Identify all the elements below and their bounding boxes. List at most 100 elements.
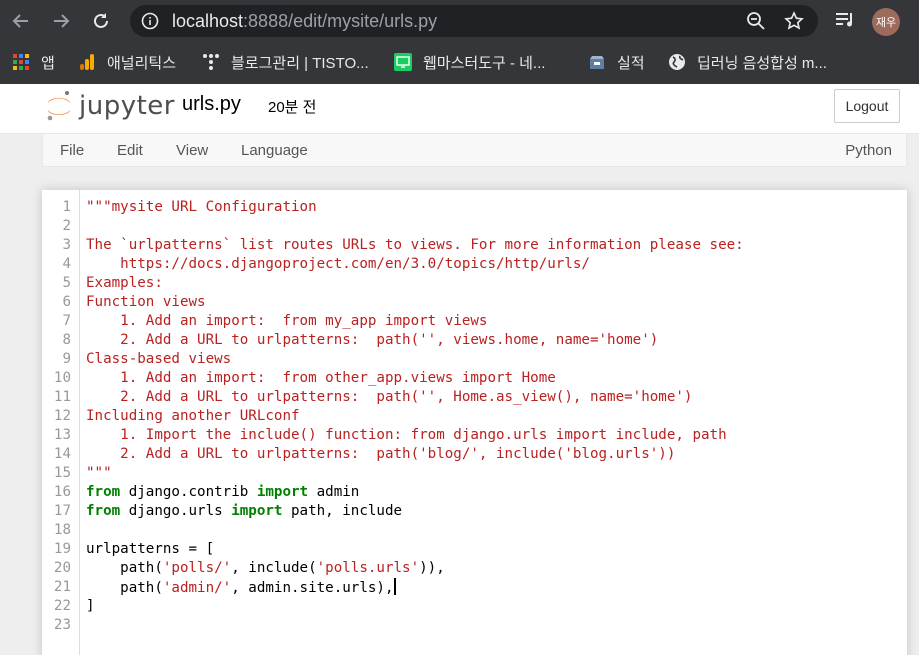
- code-text[interactable]: """: [86, 464, 112, 483]
- keyword-token: from: [86, 484, 121, 500]
- code-token: django.urls: [120, 503, 232, 519]
- code-text[interactable]: 1. Add an import: from other_app.views i…: [86, 369, 556, 388]
- browser-chrome: localhost:8888/edit/mysite/urls.py 재우 앱 …: [0, 0, 919, 84]
- code-line[interactable]: 7 1. Add an import: from my_app import v…: [42, 312, 907, 331]
- code-line[interactable]: 4 https://docs.djangoproject.com/en/3.0/…: [42, 255, 907, 274]
- code-text[interactable]: 1. Import the include() function: from d…: [86, 426, 727, 445]
- bookmark-tistory[interactable]: 블로그관리 | TISTO...: [202, 51, 369, 73]
- string-token: 'polls/': [162, 560, 232, 576]
- star-bookmark-icon[interactable]: [784, 11, 804, 31]
- url-text[interactable]: localhost:8888/edit/mysite/urls.py: [172, 11, 437, 31]
- code-line[interactable]: 19 urlpatterns = [: [42, 540, 907, 559]
- code-text[interactable]: https://docs.djangoproject.com/en/3.0/to…: [86, 255, 590, 274]
- last-saved-status: 20분 전: [268, 99, 317, 116]
- menu-language[interactable]: Language: [241, 142, 308, 159]
- code-text[interactable]: ]: [86, 597, 95, 616]
- media-queue-icon[interactable]: [834, 9, 856, 31]
- code-token: urlpatterns = [: [86, 541, 215, 557]
- menu-file[interactable]: File: [60, 142, 84, 159]
- bookmark-label: 애널리틱스: [107, 54, 177, 72]
- logout-button[interactable]: Logout: [834, 89, 900, 123]
- code-line[interactable]: 9 Class-based views: [42, 350, 907, 369]
- code-line[interactable]: 10 1. Add an import: from other_app.view…: [42, 369, 907, 388]
- info-circle-icon[interactable]: [141, 12, 159, 30]
- line-number: 21: [53, 579, 71, 595]
- globe-icon: [668, 53, 686, 71]
- code-text[interactable]: """mysite URL Configuration: [86, 198, 317, 217]
- back-button[interactable]: [8, 8, 34, 34]
- code-line[interactable]: 22]: [42, 597, 907, 616]
- code-text[interactable]: Examples:: [86, 274, 163, 293]
- code-text[interactable]: 1. Add an import: from my_app import vie…: [86, 312, 487, 331]
- code-token: , admin.site.urls),: [231, 580, 394, 596]
- code-token: , include(: [231, 560, 317, 576]
- code-text[interactable]: path('admin/', admin.site.urls),: [86, 578, 396, 598]
- line-number: 6: [62, 294, 71, 310]
- line-number: 22: [53, 598, 71, 614]
- menu-edit[interactable]: Edit: [117, 142, 143, 159]
- reload-icon: [94, 13, 108, 28]
- code-line[interactable]: 17 from django.urls import path, include: [42, 502, 907, 521]
- code-line[interactable]: 6 Function views: [42, 293, 907, 312]
- line-number: 19: [53, 541, 71, 557]
- language-indicator: Python: [845, 142, 892, 159]
- code-line[interactable]: 15 """: [42, 464, 907, 483]
- code-line[interactable]: 23: [42, 616, 907, 635]
- keyword-token: import: [231, 503, 283, 519]
- code-editor[interactable]: 1 """mysite URL Configuration 2 3 The `urlpa…: [42, 190, 907, 655]
- code-text[interactable]: Function views: [86, 293, 206, 312]
- bookmark-webmaster[interactable]: 웹마스터도구 - 네...: [394, 51, 545, 73]
- code-line[interactable]: 1 """mysite URL Configuration: [42, 198, 907, 217]
- line-number: 12: [53, 408, 71, 424]
- string-token: """: [86, 465, 112, 481]
- code-text[interactable]: The `urlpatterns` list routes URLs to vi…: [86, 236, 744, 255]
- code-text[interactable]: 2. Add a URL to urlpatterns: path('', vi…: [86, 331, 658, 350]
- code-text[interactable]: urlpatterns = [: [86, 540, 214, 559]
- string-token: Examples:: [86, 275, 163, 291]
- code-token: path, include: [282, 503, 403, 519]
- jupyter-header: jupyter urls.py 20분 전 Logout: [0, 84, 919, 134]
- string-token: 2. Add a URL to urlpatterns: path('', Ho…: [86, 389, 693, 405]
- menu-view[interactable]: View: [176, 142, 208, 159]
- string-token: 1. Add an import: from other_app.views i…: [86, 370, 556, 386]
- browser-toolbar: localhost:8888/edit/mysite/urls.py 재우: [0, 0, 919, 42]
- code-text[interactable]: path('polls/', include('polls.urls')),: [86, 559, 445, 578]
- code-text[interactable]: 2. Add a URL to urlpatterns: path('blog/…: [86, 445, 675, 464]
- zoom-icon[interactable]: [746, 11, 766, 31]
- code-text[interactable]: from django.contrib import admin: [86, 483, 359, 502]
- string-token: 1. Import the include() function: from d…: [86, 427, 727, 443]
- forward-button[interactable]: [48, 8, 74, 34]
- line-number: 13: [53, 427, 71, 443]
- code-line[interactable]: 20 path('polls/', include('polls.urls'))…: [42, 559, 907, 578]
- code-text[interactable]: from django.urls import path, include: [86, 502, 402, 521]
- code-line[interactable]: 13 1. Import the include() function: fro…: [42, 426, 907, 445]
- code-line[interactable]: 16 from django.contrib import admin: [42, 483, 907, 502]
- reload-button[interactable]: [88, 8, 114, 34]
- bookmark-deeplearning[interactable]: 딥러닝 음성합성 m...: [668, 51, 827, 73]
- code-text[interactable]: Including another URLconf: [86, 407, 300, 426]
- code-line[interactable]: 5 Examples:: [42, 274, 907, 293]
- profile-avatar[interactable]: 재우: [872, 8, 900, 36]
- code-line[interactable]: 12 Including another URLconf: [42, 407, 907, 426]
- code-line[interactable]: 8 2. Add a URL to urlpatterns: path('', …: [42, 331, 907, 350]
- analytics-bar-icon: [78, 53, 96, 71]
- code-text[interactable]: Class-based views: [86, 350, 231, 369]
- code-line[interactable]: 21 path('admin/', admin.site.urls),: [42, 578, 907, 597]
- code-line[interactable]: 11 2. Add a URL to urlpatterns: path('',…: [42, 388, 907, 407]
- line-number: 20: [53, 560, 71, 576]
- bookmark-analytics[interactable]: 애널리틱스: [78, 51, 176, 73]
- bookmark-stats[interactable]: 실적: [588, 51, 645, 73]
- code-line[interactable]: 3 The `urlpatterns` list routes URLs to v…: [42, 236, 907, 255]
- code-line[interactable]: 18: [42, 521, 907, 540]
- bookmark-apps[interactable]: 앱: [12, 51, 55, 73]
- line-number: 16: [53, 484, 71, 500]
- line-number: 14: [53, 446, 71, 462]
- code-line[interactable]: 14 2. Add a URL to urlpatterns: path('bl…: [42, 445, 907, 464]
- jupyter-logo-text[interactable]: jupyter: [79, 91, 175, 121]
- address-bar[interactable]: localhost:8888/edit/mysite/urls.py: [130, 5, 818, 37]
- code-text[interactable]: 2. Add a URL to urlpatterns: path('', Ho…: [86, 388, 692, 407]
- code-token: path(: [86, 560, 163, 576]
- jupyter-logo-icon[interactable]: [46, 90, 72, 122]
- file-name[interactable]: urls.py: [182, 93, 241, 116]
- code-line[interactable]: 2: [42, 217, 907, 236]
